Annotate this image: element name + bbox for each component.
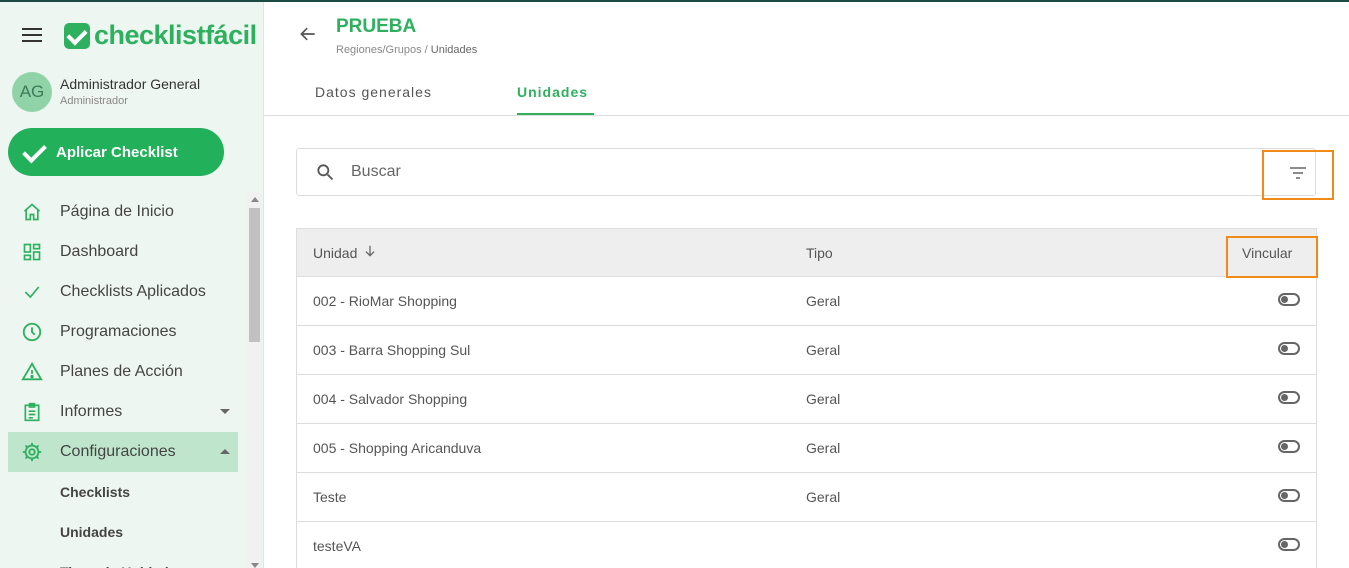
- cell-unidad: Teste: [313, 489, 347, 505]
- home-icon: [20, 200, 44, 224]
- user-role: Administrador: [60, 95, 128, 107]
- sidebar-item-label: Configuraciones: [60, 443, 176, 460]
- dashboard-icon: [20, 240, 44, 264]
- search-icon: [315, 162, 335, 182]
- logo-check-icon: [64, 22, 90, 49]
- sidebar-item-label: Programaciones: [60, 323, 177, 340]
- table-header: Unidad Tipo Vincular: [297, 229, 1318, 278]
- check-icon: [20, 142, 48, 162]
- sidebar-item-checklists-aplicados[interactable]: Checklists Aplicados: [8, 272, 238, 312]
- vincular-highlight-box: [1226, 236, 1318, 278]
- sidebar-nav: Página de Inicio Dashboard Checklists Ap…: [8, 192, 238, 568]
- tab-unidades[interactable]: Unidades: [517, 84, 588, 100]
- filter-icon: [1288, 165, 1308, 186]
- table-row: 003 - Barra Shopping Sul Geral: [297, 326, 1316, 375]
- cell-tipo: Geral: [806, 489, 841, 505]
- sidebar-subitem-unidades[interactable]: Unidades: [8, 512, 238, 552]
- user-name: Administrador General: [60, 76, 201, 92]
- breadcrumb-parent[interactable]: Regiones/Grupos /: [336, 44, 428, 56]
- app-logo[interactable]: checklistfácil: [64, 20, 257, 51]
- cell-unidad: 004 - Salvador Shopping: [313, 391, 468, 407]
- warning-icon: [20, 360, 44, 384]
- vincular-toggle[interactable]: [1278, 489, 1300, 502]
- breadcrumb-current: Unidades: [430, 44, 478, 56]
- cell-unidad: 003 - Barra Shopping Sul: [313, 342, 471, 358]
- tabs-bar: Datos generales Unidades: [264, 70, 1349, 116]
- column-header-unidad[interactable]: Unidad: [313, 244, 377, 261]
- sort-arrow-down-icon[interactable]: [363, 244, 377, 261]
- sidebar-item-programaciones[interactable]: Programaciones: [8, 312, 238, 352]
- sidebar-item-label: Página de Inicio: [60, 203, 174, 220]
- table-row: testeVA: [297, 522, 1316, 568]
- vincular-toggle[interactable]: [1278, 440, 1300, 453]
- filter-button[interactable]: [1262, 150, 1334, 200]
- scroll-up-icon[interactable]: [251, 197, 259, 202]
- active-tab-indicator: [517, 113, 594, 115]
- avatar[interactable]: AG: [12, 72, 52, 112]
- units-table: Unidad Tipo Vincular 002 - RioMar Shoppi…: [296, 228, 1318, 568]
- breadcrumb: Regiones/Grupos / Unidades: [336, 44, 477, 56]
- sidebar-item-planes-accion[interactable]: Planes de Acción: [8, 352, 238, 392]
- sidebar-item-inicio[interactable]: Página de Inicio: [8, 192, 238, 232]
- apply-checklist-button[interactable]: Aplicar Checklist: [8, 128, 224, 176]
- cell-tipo: Geral: [806, 293, 841, 309]
- vincular-toggle[interactable]: [1278, 293, 1300, 306]
- apply-checklist-label: Aplicar Checklist: [56, 143, 178, 161]
- logo-text: checklistfácil: [94, 20, 257, 50]
- column-label: Unidad: [313, 244, 358, 261]
- table-row: 004 - Salvador Shopping Geral: [297, 375, 1316, 424]
- table-row: Teste Geral: [297, 473, 1316, 522]
- gear-icon: [20, 440, 44, 464]
- sidebar-scrollbar[interactable]: [247, 192, 262, 568]
- sidebar-subitem-tipos-unidad[interactable]: Tipos de Unidad: [8, 552, 238, 568]
- chevron-up-icon: [220, 449, 230, 454]
- cell-unidad: 002 - RioMar Shopping: [313, 293, 457, 309]
- sidebar-item-dashboard[interactable]: Dashboard: [8, 232, 238, 272]
- vincular-toggle[interactable]: [1278, 342, 1300, 355]
- search-input[interactable]: [351, 163, 1231, 181]
- sidebar-subitem-checklists[interactable]: Checklists: [8, 472, 238, 512]
- sidebar-item-label: Informes: [60, 403, 123, 420]
- chevron-down-icon: [220, 409, 230, 414]
- cell-unidad: testeVA: [313, 538, 361, 554]
- hamburger-menu-icon[interactable]: [22, 28, 42, 44]
- scrollbar-thumb[interactable]: [249, 208, 260, 342]
- sidebar-item-informes[interactable]: Informes: [8, 392, 238, 432]
- tab-datos-generales[interactable]: Datos generales: [315, 84, 432, 100]
- sidebar-item-configuraciones[interactable]: Configuraciones: [8, 432, 238, 472]
- check-icon: [20, 280, 44, 304]
- search-bar: [296, 148, 1316, 196]
- table-row: 002 - RioMar Shopping Geral: [297, 277, 1316, 326]
- vincular-toggle[interactable]: [1278, 538, 1300, 551]
- back-arrow-icon[interactable]: [298, 24, 318, 44]
- table-row: 005 - Shopping Aricanduva Geral: [297, 424, 1316, 473]
- cell-tipo: Geral: [806, 342, 841, 358]
- cell-tipo: Geral: [806, 440, 841, 456]
- scroll-down-icon[interactable]: [251, 563, 259, 568]
- page-title: PRUEBA: [336, 16, 417, 37]
- clock-icon: [20, 320, 44, 344]
- cell-tipo: Geral: [806, 391, 841, 407]
- sidebar-item-label: Checklists Aplicados: [60, 283, 206, 300]
- cell-unidad: 005 - Shopping Aricanduva: [313, 440, 482, 456]
- sidebar-item-label: Planes de Acción: [60, 363, 183, 380]
- clipboard-icon: [20, 400, 44, 424]
- column-header-tipo: Tipo: [806, 244, 833, 261]
- sidebar: checklistfácil AG Administrador General …: [0, 2, 264, 568]
- vincular-toggle[interactable]: [1278, 391, 1300, 404]
- sidebar-item-label: Dashboard: [60, 243, 139, 260]
